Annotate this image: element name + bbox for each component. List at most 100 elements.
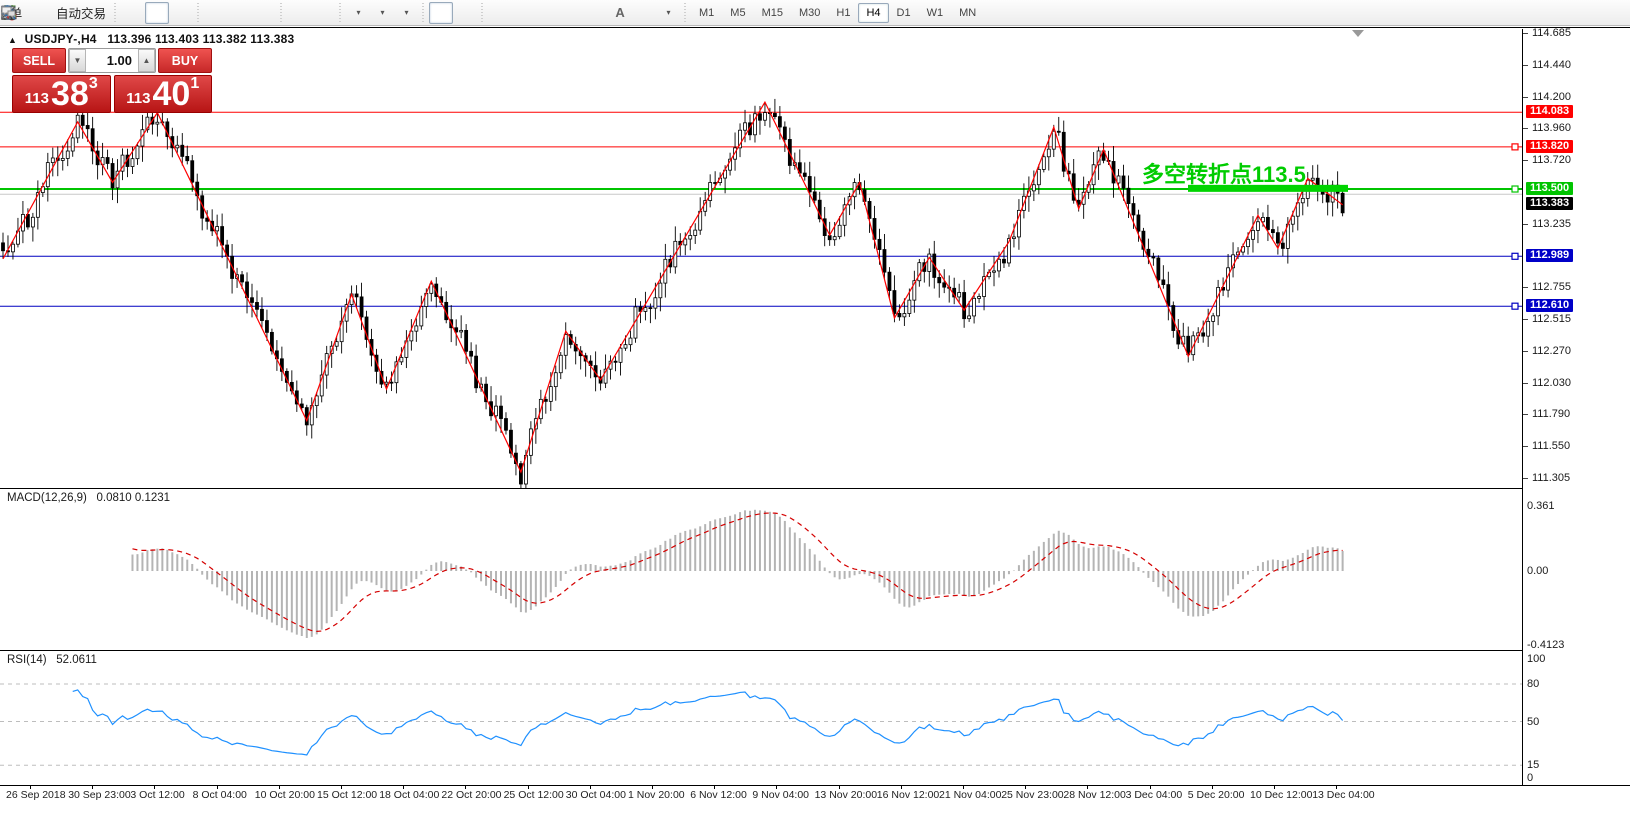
sell-price-prefix: 113	[25, 91, 49, 109]
crosshair-button[interactable]	[453, 2, 477, 24]
time-tick-mark	[1274, 785, 1275, 789]
timeframe-d1[interactable]: D1	[889, 3, 919, 23]
chart-shift-button[interactable]	[311, 2, 335, 24]
time-axis[interactable]: 26 Sep 201830 Sep 23:003 Oct 12:008 Oct …	[0, 786, 1630, 813]
channel-tool-button[interactable]: E	[560, 2, 584, 24]
chart-annotation-text[interactable]: 多空转折点113.5	[1142, 157, 1306, 189]
sell-button[interactable]: SELL	[12, 48, 66, 73]
main-price-chart[interactable]	[0, 29, 1523, 488]
price-tick: 113.720	[1532, 154, 1571, 166]
templates-caret-icon[interactable]: ▾	[405, 8, 409, 17]
volume-increase-button[interactable]: ▲	[138, 49, 155, 72]
tile-windows-button[interactable]	[252, 2, 276, 24]
time-tick-mark	[1150, 785, 1151, 789]
gold-button[interactable]	[28, 2, 52, 24]
time-tick-mark	[341, 785, 342, 789]
volume-input[interactable]: 1.00	[86, 49, 138, 72]
timeframe-m5[interactable]: M5	[722, 3, 753, 23]
arrows-tool-button[interactable]: ▾	[656, 2, 680, 24]
rsi-axis-label: 0	[1527, 772, 1533, 784]
toolbar-separator	[112, 3, 119, 23]
price-badge-112.610: 112.610	[1526, 299, 1573, 312]
zoom-out-button[interactable]	[228, 2, 252, 24]
timeframe-m1[interactable]: M1	[691, 3, 722, 23]
time-tick-mark	[465, 785, 466, 789]
line-handle	[1512, 253, 1518, 259]
time-tick-mark	[279, 785, 280, 789]
macd-panel[interactable]	[0, 490, 1523, 650]
time-tick-mark	[1212, 785, 1213, 789]
cursor-button[interactable]	[429, 2, 453, 24]
panel-separator[interactable]	[0, 488, 1630, 489]
timeframe-w1[interactable]: W1	[919, 3, 952, 23]
axis-tick-mark	[1523, 160, 1528, 161]
timeframe-h1[interactable]: H1	[828, 3, 858, 23]
arrows-caret-icon[interactable]: ▾	[667, 8, 671, 17]
axis-tick-mark	[1523, 319, 1528, 320]
volume-decrease-button[interactable]: ▼	[69, 49, 86, 72]
price-badge-112.989: 112.989	[1526, 249, 1573, 262]
trendline-tool-button[interactable]	[536, 2, 560, 24]
auto-scroll-button[interactable]	[287, 2, 311, 24]
time-label: 30 Oct 04:00	[566, 789, 626, 801]
horizontal-line-tool-button[interactable]	[512, 2, 536, 24]
line-chart-button[interactable]	[169, 2, 193, 24]
timeframe-m30[interactable]: M30	[791, 3, 828, 23]
time-label: 16 Nov 12:00	[877, 789, 939, 801]
text-tool-button[interactable]: A	[608, 2, 632, 24]
fibonacci-tool-button[interactable]: F	[584, 2, 608, 24]
time-tick-mark	[590, 785, 591, 789]
timeframe-h4[interactable]: H4	[858, 3, 888, 23]
line-handle	[1512, 186, 1518, 192]
toolbar-separator	[479, 3, 486, 23]
templates-button[interactable]: ▾	[394, 2, 418, 24]
timeframe-m15[interactable]: M15	[754, 3, 791, 23]
time-label: 13 Dec 04:00	[1312, 789, 1374, 801]
one-click-trading-widget: SELL ▼ 1.00 ▲ BUY 113 38 3 113 40 1	[12, 48, 212, 113]
time-tick-mark	[403, 785, 404, 789]
sell-price-big: 38	[51, 81, 89, 109]
vertical-line-tool-button[interactable]	[488, 2, 512, 24]
time-label: 26 Sep 2018	[6, 789, 66, 801]
timeframe-mn[interactable]: MN	[951, 3, 984, 23]
chart-shift-marker[interactable]	[1352, 30, 1364, 37]
periods-caret-icon[interactable]: ▾	[381, 8, 385, 17]
axis-tick-mark	[1523, 446, 1528, 447]
toolbar-separator	[337, 3, 344, 23]
indicators-caret-icon[interactable]: ▾	[357, 8, 361, 17]
periods-button[interactable]: ▾	[370, 2, 394, 24]
axis-tick-mark	[1523, 128, 1528, 129]
chart-window: ▲ USDJPY-,H4 113.396 113.403 113.382 113…	[0, 27, 1630, 812]
time-tick-mark	[776, 785, 777, 789]
buy-price-prefix: 113	[126, 91, 150, 109]
price-badge-113.500: 113.500	[1526, 182, 1573, 195]
line-handle	[1512, 144, 1518, 150]
axis-tick-mark	[1523, 224, 1528, 225]
zoom-in-button[interactable]	[204, 2, 228, 24]
sell-price-tile[interactable]: 113 38 3	[12, 75, 111, 113]
toolbar-separator	[420, 3, 427, 23]
panel-separator[interactable]	[0, 650, 1630, 651]
axis-tick-mark	[1523, 478, 1528, 479]
price-axis[interactable]: 114.685114.440114.200113.960113.720113.2…	[1523, 29, 1630, 785]
toolbar: 单 自动交易	[0, 0, 1630, 26]
price-badge-113.820: 113.820	[1526, 140, 1573, 153]
candlestick-chart-button[interactable]	[145, 2, 169, 24]
rsi-panel[interactable]	[0, 652, 1523, 785]
text-label-tool-button[interactable]: T	[632, 2, 656, 24]
price-tick: 114.200	[1532, 91, 1571, 103]
axis-tick-mark	[1523, 351, 1528, 352]
buy-button[interactable]: BUY	[158, 48, 212, 73]
chat-icon[interactable]	[0, 4, 17, 21]
time-tick-mark	[839, 785, 840, 789]
axis-tick-mark	[1523, 65, 1528, 66]
indicators-button[interactable]: ▾	[346, 2, 370, 24]
auto-trading-button[interactable]: 自动交易	[52, 2, 110, 24]
time-tick-mark	[92, 785, 93, 789]
buy-price-tile[interactable]: 113 40 1	[114, 75, 213, 113]
price-tick: 111.790	[1532, 408, 1570, 420]
time-label: 8 Oct 04:00	[193, 789, 247, 801]
bar-chart-button[interactable]	[121, 2, 145, 24]
price-tick: 113.960	[1532, 122, 1571, 134]
time-tick-mark	[901, 785, 902, 789]
